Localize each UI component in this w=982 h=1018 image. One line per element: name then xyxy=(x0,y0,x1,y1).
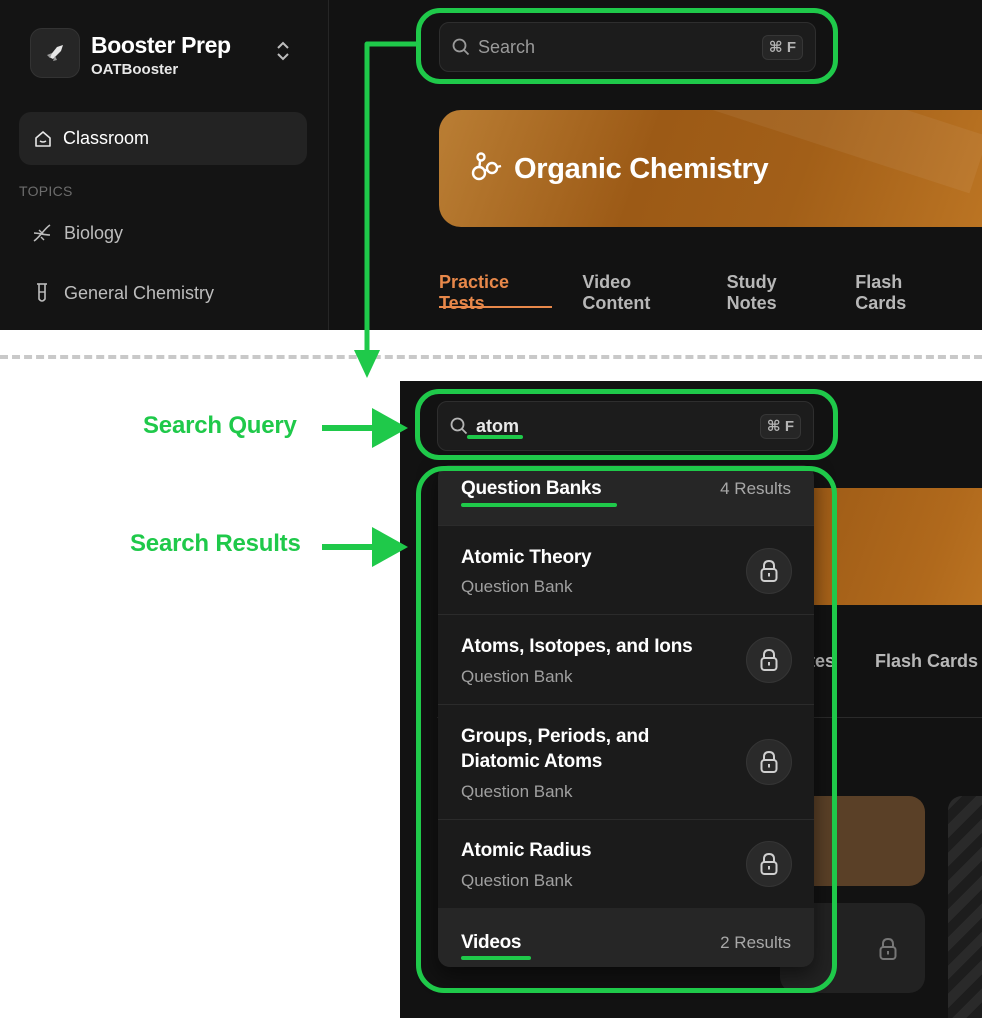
arrow-head-results xyxy=(372,527,408,567)
arrow-head xyxy=(354,350,380,378)
connector-arrow xyxy=(364,41,418,352)
annotation-arrows xyxy=(322,41,418,567)
arrow-head-query xyxy=(372,408,408,448)
